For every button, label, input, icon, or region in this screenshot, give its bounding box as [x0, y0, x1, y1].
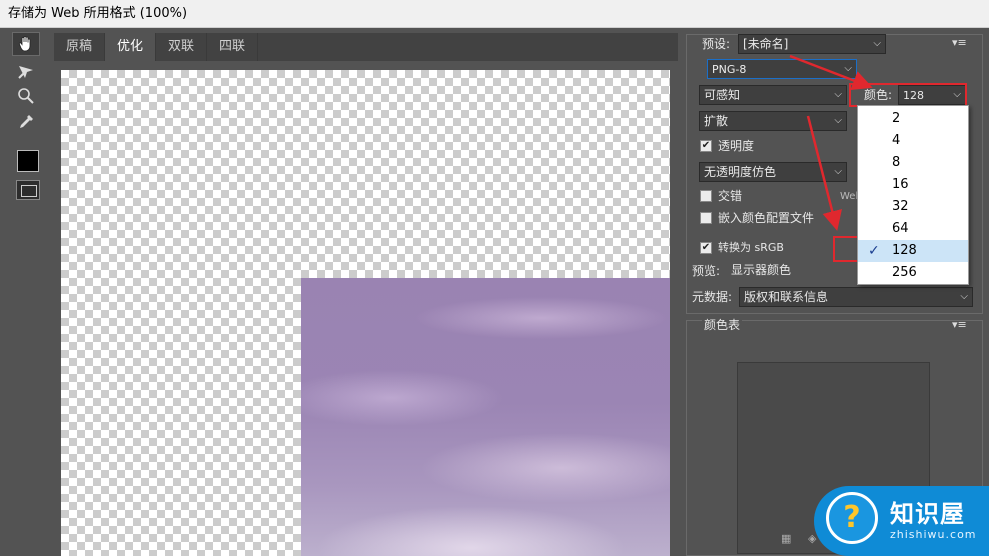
colors-option-16[interactable]: 16 [858, 174, 968, 196]
checkmark-icon: ✓ [868, 243, 880, 259]
colors-option-64[interactable]: 64 [858, 218, 968, 240]
colors-option-8[interactable]: 8 [858, 152, 968, 174]
colors-option-128-label: 128 [892, 243, 917, 258]
question-mark-icon: ? [826, 492, 878, 544]
colors-option-2[interactable]: 2 [858, 108, 968, 130]
colors-option-4[interactable]: 4 [858, 130, 968, 152]
annotation-arrows [789, 54, 873, 231]
watermark-name: 知识屋 [890, 500, 965, 528]
arrow-to-128 [806, 115, 842, 231]
colors-option-32[interactable]: 32 [858, 196, 968, 218]
colors-dropdown-list: 2 4 8 16 32 64 ✓ 128 256 [857, 105, 969, 285]
arrow-to-colors [789, 54, 873, 90]
colors-option-128[interactable]: ✓ 128 [858, 240, 968, 262]
colors-option-256[interactable]: 256 [858, 262, 968, 284]
watermark-url: zhishiwu.com [890, 528, 977, 541]
